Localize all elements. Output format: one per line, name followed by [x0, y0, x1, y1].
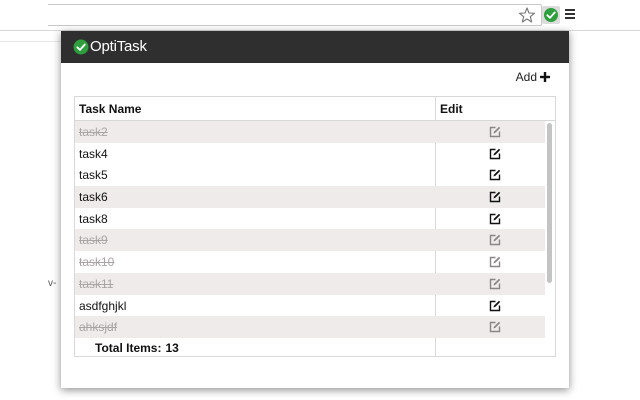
address-bar[interactable] [48, 4, 542, 26]
edit-icon[interactable] [489, 169, 501, 181]
edit-icon[interactable] [489, 300, 501, 312]
background-page-text: v- [48, 278, 57, 289]
table-header: Task Name Edit [75, 97, 555, 121]
task-name: task10 [79, 255, 115, 270]
add-task-button[interactable]: Add [516, 70, 550, 84]
edit-icon[interactable] [489, 234, 501, 246]
table-row: task11 [75, 272, 545, 295]
edit-icon[interactable] [489, 191, 501, 203]
app-title: OptiTask [90, 38, 147, 55]
task-table: Task Name Edit task2 task4 task5 task6 task8… [74, 96, 556, 357]
task-name: task5 [79, 168, 108, 183]
task-name: task8 [79, 211, 108, 226]
edit-icon[interactable] [489, 213, 501, 225]
table-row: task10 [75, 251, 545, 273]
task-name: task9 [79, 233, 108, 248]
extension-popup: OptiTask Add Task Name Edit task2 task4 ta… [61, 31, 569, 388]
add-label: Add [515, 70, 537, 84]
task-name: task11 [79, 276, 114, 291]
page-divider [0, 41, 60, 42]
edit-icon[interactable] [489, 256, 501, 268]
checkmark-circle-icon [73, 39, 89, 55]
total-items-label: Total Items: [95, 341, 162, 355]
total-items-count: 13 [165, 341, 179, 355]
column-header-task-name: Task Name [79, 102, 142, 116]
task-name: task6 [79, 190, 108, 205]
total-items: Total Items: 13 [95, 341, 179, 355]
table-row: ahksjdf [75, 316, 545, 338]
edit-icon[interactable] [489, 148, 501, 160]
edit-icon[interactable] [489, 321, 501, 333]
task-name: asdfghjkl [79, 298, 127, 313]
table-row: asdfghjkl [75, 295, 545, 317]
table-row: task5 [75, 164, 545, 186]
table-row: task8 [75, 208, 545, 230]
table-row: task6 [75, 186, 545, 208]
popup-header: OptiTask [61, 31, 569, 63]
table-row: task9 [75, 229, 545, 252]
checkmark-circle-icon[interactable] [542, 6, 560, 24]
task-name: ahksjdf [79, 320, 118, 335]
table-row: task2 [75, 121, 545, 143]
table-row: task4 [75, 143, 545, 165]
task-name: task4 [79, 146, 108, 161]
column-header-edit: Edit [440, 102, 463, 116]
edit-icon[interactable] [489, 126, 501, 138]
table-scrollbar[interactable] [547, 123, 552, 283]
plus-icon [540, 72, 550, 82]
hamburger-menu-icon[interactable] [565, 9, 575, 21]
browser-toolbar [0, 0, 640, 30]
task-list: task2 task4 task5 task6 task8 task9 task10 task… [75, 121, 545, 338]
browser-window: v- OptiTask Add Task Name Edit task2 task… [0, 0, 640, 400]
task-name: task2 [79, 125, 108, 139]
star-icon[interactable] [518, 6, 536, 24]
edit-icon[interactable] [489, 278, 501, 290]
